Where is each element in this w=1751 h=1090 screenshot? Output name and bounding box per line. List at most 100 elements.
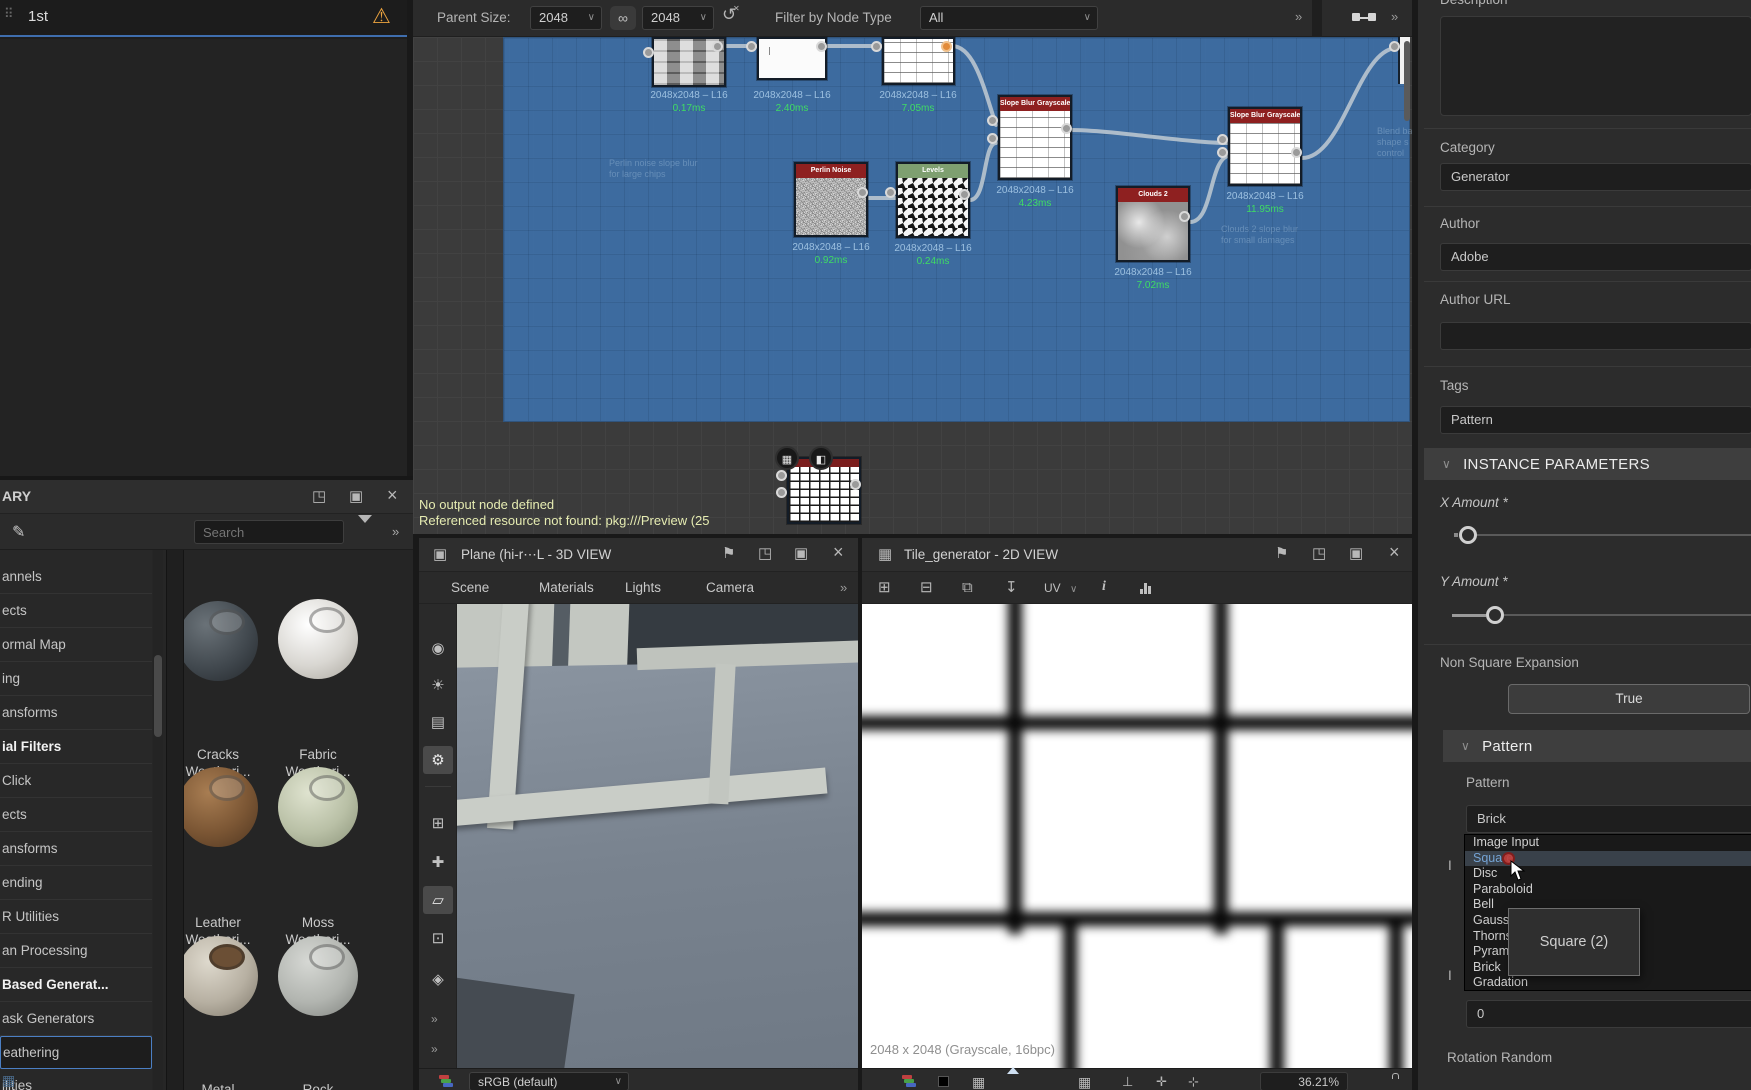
zoom-level-field[interactable]: 36.21% xyxy=(1260,1072,1348,1090)
sidebar-item[interactable]: ending xyxy=(0,866,152,900)
float-panel-icon[interactable]: ◳ xyxy=(1312,546,1326,561)
toolbar-overflow-icon[interactable]: » xyxy=(431,1042,438,1056)
tags-field[interactable]: Pattern xyxy=(1440,406,1751,434)
filter-funnel-icon[interactable] xyxy=(358,523,378,541)
connector-dot[interactable] xyxy=(871,41,882,52)
axis-icon[interactable]: ⊥ xyxy=(1122,1075,1133,1088)
connector-dot[interactable] xyxy=(857,187,868,198)
connector-dot[interactable] xyxy=(776,470,787,481)
library-overflow-icon[interactable]: » xyxy=(392,524,399,539)
x-amount-slider[interactable] xyxy=(1440,520,1751,550)
toolbar-overflow-icon[interactable]: » xyxy=(1295,9,1302,24)
sidebar-item[interactable]: ormal Map xyxy=(0,628,152,662)
connector-dot[interactable] xyxy=(1179,211,1190,222)
close-panel-icon[interactable]: × xyxy=(387,485,398,506)
slider-handle[interactable] xyxy=(1459,526,1477,544)
description-textarea[interactable] xyxy=(1440,16,1751,116)
non-square-expansion-button[interactable]: True xyxy=(1508,684,1750,714)
thumbnail-label[interactable]: Rock Weatheri... xyxy=(270,1081,366,1090)
crosshair-icon[interactable]: ✛ xyxy=(1156,1075,1167,1088)
diamond-icon[interactable]: ◈ xyxy=(423,965,453,993)
menu-overflow-icon[interactable]: » xyxy=(840,580,847,595)
sidebar-item[interactable]: ects xyxy=(0,798,152,832)
transform-icon[interactable]: ✚ xyxy=(423,848,453,876)
connector-dot[interactable] xyxy=(712,41,723,52)
node-slope-blur-grayscale[interactable]: Slope Blur Grayscale xyxy=(1228,107,1302,186)
library-split-divider[interactable] xyxy=(166,550,184,1090)
view3d-viewport[interactable] xyxy=(457,604,858,1068)
connector-dot[interactable] xyxy=(816,41,827,52)
sidebar-item[interactable]: ial Filters xyxy=(0,730,152,764)
cube-wire-icon[interactable]: ⊡ xyxy=(423,924,453,952)
instance-parameters-section[interactable]: ∨ INSTANCE PARAMETERS xyxy=(1424,448,1751,480)
sidebar-item[interactable]: ansforms xyxy=(0,832,152,866)
pattern-option[interactable]: Gradation xyxy=(1465,975,1751,991)
colorspace-dropdown[interactable]: sRGB (default)∨ xyxy=(469,1072,629,1090)
link-size-button[interactable]: ∞ xyxy=(610,6,636,30)
sidebar-item[interactable]: R Utilities xyxy=(0,900,152,934)
image-icon[interactable]: ▤ xyxy=(423,708,453,736)
maximize-panel-icon[interactable]: ▣ xyxy=(349,489,363,504)
menu-scene[interactable]: Scene xyxy=(451,580,489,595)
edit-pencil-icon[interactable]: ✎ xyxy=(12,522,25,542)
material-thumbnail[interactable] xyxy=(184,767,258,847)
connector-dot[interactable] xyxy=(987,133,998,144)
pattern-section[interactable]: ∨ Pattern xyxy=(1443,730,1751,762)
float-panel-icon[interactable]: ◳ xyxy=(312,489,326,504)
connector-dot[interactable] xyxy=(1389,41,1400,52)
close-panel-icon[interactable]: × xyxy=(833,542,844,563)
material-thumbnail[interactable] xyxy=(184,601,258,681)
menu-materials[interactable]: Materials xyxy=(539,580,594,595)
thumbnail-label[interactable]: Metal Weatheri... xyxy=(184,1081,266,1090)
parent-size-height-dropdown[interactable]: 2048∨ xyxy=(642,6,714,30)
sidebar-item[interactable]: annels xyxy=(0,560,152,594)
y-amount-slider[interactable] xyxy=(1440,600,1751,630)
copy-icon[interactable]: ⧉ xyxy=(962,580,973,595)
sidebar-item[interactable]: Based Generat... xyxy=(0,968,152,1002)
background-swatch[interactable] xyxy=(938,1076,949,1087)
reset-size-icon[interactable]: ↺✕ xyxy=(722,5,736,25)
new-view-icon[interactable]: ⊞ xyxy=(878,580,891,595)
close-panel-icon[interactable]: × xyxy=(1389,542,1400,563)
connector-dot[interactable] xyxy=(885,187,896,198)
node-link-icon[interactable] xyxy=(1352,13,1378,23)
sidebar-item[interactable]: ilities xyxy=(0,1069,152,1090)
maximize-panel-icon[interactable]: ▣ xyxy=(794,546,808,561)
webcam-icon[interactable]: ◉ xyxy=(423,634,453,662)
connector-dot[interactable] xyxy=(850,479,861,490)
graph-canvas[interactable]: Perlin noise slope blurfor large chips C… xyxy=(413,37,1412,534)
connector-dot[interactable] xyxy=(1217,134,1228,145)
search-input[interactable] xyxy=(194,520,344,544)
sidebar-item[interactable]: ects xyxy=(0,594,152,628)
pattern-option[interactable]: Disc xyxy=(1465,866,1751,882)
maximize-panel-icon[interactable]: ▣ xyxy=(1349,546,1363,561)
connector-dot[interactable] xyxy=(643,47,654,58)
sidebar-item[interactable]: an Processing xyxy=(0,934,152,968)
pin-icon[interactable]: ⚑ xyxy=(1275,546,1288,561)
category-field[interactable]: Generator xyxy=(1440,163,1751,191)
info-icon[interactable]: i xyxy=(1102,579,1106,595)
filter-node-type-dropdown[interactable]: All∨ xyxy=(920,6,1098,30)
connector-dot[interactable] xyxy=(1291,147,1302,158)
view3d-header[interactable]: ▣ Plane (hi-r⋯L - 3D VIEW ⚑ ◳ ▣ × xyxy=(419,538,858,572)
author-field[interactable]: Adobe xyxy=(1440,243,1751,271)
sidebar-item[interactable]: Click xyxy=(0,764,152,798)
connector-dot-orange[interactable] xyxy=(941,41,952,52)
view2d-header[interactable]: ▦ Tile_generator - 2D VIEW ⚑ ◳ ▣ × xyxy=(862,538,1412,572)
tiling-icon[interactable]: ▦ xyxy=(1078,1074,1091,1090)
material-thumbnail[interactable] xyxy=(278,767,358,847)
graph-scrollbar[interactable] xyxy=(1404,41,1410,121)
graph-tab-label[interactable]: 1st xyxy=(28,8,48,25)
connector-dot[interactable] xyxy=(776,487,787,498)
uv-dropdown[interactable]: UV ∨ xyxy=(1044,581,1077,595)
grid-move-icon[interactable]: ⊞ xyxy=(423,809,453,837)
slider-handle[interactable] xyxy=(1486,606,1504,624)
histogram-icon[interactable] xyxy=(1140,582,1151,594)
library-list-scrollbar[interactable] xyxy=(153,550,163,1090)
node-levels[interactable]: Levels xyxy=(896,162,970,238)
material-thumbnail[interactable] xyxy=(278,936,358,1016)
material-thumbnail[interactable] xyxy=(184,936,258,1016)
connector-dot[interactable] xyxy=(959,189,970,200)
connector-dot[interactable] xyxy=(1217,147,1228,158)
toolbar-overflow-icon[interactable]: » xyxy=(431,1012,438,1026)
